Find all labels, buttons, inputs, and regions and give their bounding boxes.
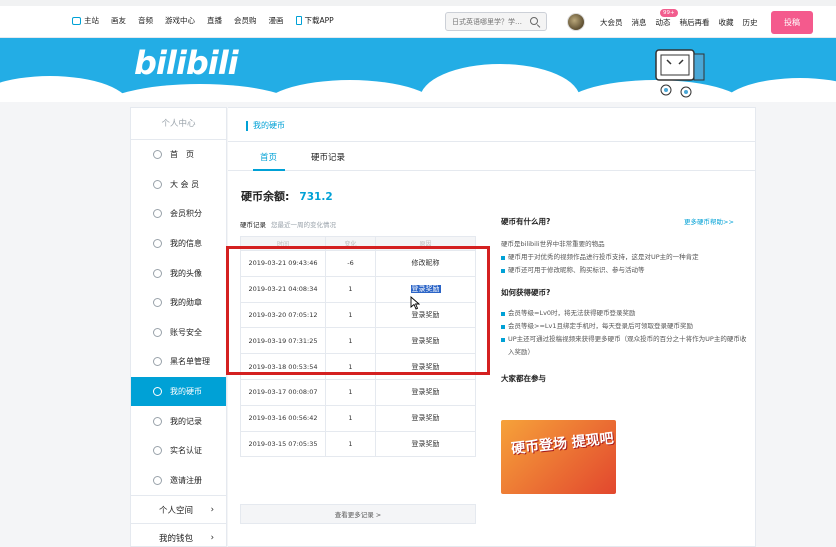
activity-banner[interactable]: 硬币登场 提现吧 <box>501 420 616 494</box>
sidebar-item-medals[interactable]: 我的勋章 <box>131 288 226 318</box>
tv-icon <box>72 16 81 25</box>
avatar[interactable] <box>567 13 585 31</box>
id-card-icon <box>153 446 162 456</box>
chevron-right-icon: › <box>210 532 214 543</box>
records-heading: 硬币记录 您最近一周的变化情况 <box>240 221 336 229</box>
sidebar-header: 个人中心 <box>131 108 226 140</box>
points-icon <box>153 209 162 219</box>
nav-home[interactable]: 主站 <box>72 15 99 26</box>
table-row: 2019-03-16 00:56:42 1 登录奖励 <box>240 404 476 432</box>
shield-icon <box>153 327 162 337</box>
mouse-cursor-icon <box>410 296 420 310</box>
blacklist-icon <box>153 357 162 367</box>
help-heading-earn: 如何获得硬币? <box>501 288 551 297</box>
sidebar-item-blacklist[interactable]: 黑名单管理 <box>131 347 226 377</box>
nav-live[interactable]: 直播 <box>207 15 222 26</box>
sidebar-item-avatar[interactable]: 我的头像 <box>131 258 226 288</box>
nav-download-app[interactable]: 下载APP <box>295 15 334 26</box>
bullet-icon <box>501 268 505 273</box>
cloud-decoration <box>420 64 580 102</box>
search-box <box>445 12 547 31</box>
table-row: 2019-03-17 00:08:07 1 登录奖励 <box>240 378 476 406</box>
nav-game-center[interactable]: 游戏中心 <box>165 15 195 26</box>
nav-history[interactable]: 历史 <box>743 17 758 28</box>
view-more-records-button[interactable]: 查看更多记录 > <box>240 504 476 524</box>
home-icon <box>153 150 162 160</box>
sidebar-item-points[interactable]: 会员积分 <box>131 199 226 229</box>
tab-home[interactable]: 首页 <box>260 151 277 163</box>
chevron-right-icon: › <box>210 504 214 515</box>
user-icon <box>153 239 162 249</box>
search-icon[interactable] <box>530 16 540 27</box>
page-title: 我的硬币 <box>246 120 285 131</box>
banner: bilibili <box>0 38 836 102</box>
nav-vip[interactable]: 大会员 <box>600 17 623 28</box>
annotation-highlight-box <box>226 246 490 375</box>
notification-badge: 99+ <box>660 9 678 17</box>
cloud-decoration <box>720 78 836 102</box>
nav-favorites[interactable]: 收藏 <box>719 17 734 28</box>
nav-watch-later[interactable]: 稍后再看 <box>680 17 710 28</box>
sidebar-item-invite[interactable]: 邀请注册 <box>131 466 226 496</box>
coin-help-panel: 硬币有什么用? 更多硬币帮助>> 硬币是bilibili世界中非常重要的物品 硬… <box>501 216 751 384</box>
tab-indicator <box>253 169 285 171</box>
nav-dynamics[interactable]: 动态 <box>656 17 671 28</box>
bullet-icon <box>501 311 505 316</box>
phone-icon <box>295 16 302 25</box>
tab-bar: 首页 硬币记录 <box>228 141 756 171</box>
nav-audio[interactable]: 音频 <box>138 15 153 26</box>
nav-artists[interactable]: 画友 <box>111 15 126 26</box>
tv-mascot-icon <box>655 49 705 98</box>
sidebar-link-space[interactable]: 个人空间 › <box>131 495 226 523</box>
nav-member-shop[interactable]: 会员购 <box>234 15 257 26</box>
medal-icon <box>153 298 162 308</box>
coin-balance: 硬币余额: 731.2 <box>241 190 333 203</box>
title-bar-marker <box>246 120 248 131</box>
help-heading-activity: 大家都在参与 <box>501 374 546 383</box>
face-icon <box>153 268 162 278</box>
sidebar: 个人中心 首 页 大 会 员 会员积分 我的信息 我的头像 我的勋章 账号安全 … <box>130 107 227 547</box>
more-help-link[interactable]: 更多硬币帮助>> <box>684 216 734 226</box>
cloud-decoration <box>260 80 440 102</box>
sidebar-item-records[interactable]: 我的记录 <box>131 406 226 436</box>
sidebar-item-home[interactable]: 首 页 <box>131 140 226 170</box>
search-input[interactable] <box>446 13 530 30</box>
tab-coin-records[interactable]: 硬币记录 <box>311 151 345 163</box>
sidebar-item-security[interactable]: 账号安全 <box>131 318 226 348</box>
bullet-icon <box>501 324 505 329</box>
main-nav: 主站 画友 音频 游戏中心 直播 会员购 漫画 下载APP <box>72 15 334 26</box>
sidebar-item-coins[interactable]: 我的硬币 <box>131 376 226 407</box>
user-nav: 大会员 消息 动态 稍后再看 收藏 历史 <box>600 17 758 28</box>
upload-button[interactable]: 投稿 <box>771 11 813 34</box>
sidebar-item-info[interactable]: 我的信息 <box>131 229 226 259</box>
vip-icon <box>153 179 162 189</box>
sidebar-item-verification[interactable]: 实名认证 <box>131 436 226 466</box>
invite-icon <box>153 475 162 485</box>
clock-icon <box>153 416 162 426</box>
sidebar-item-vip[interactable]: 大 会 员 <box>131 170 226 200</box>
table-row: 2019-03-15 07:05:35 1 登录奖励 <box>240 430 476 458</box>
coin-icon <box>153 387 162 397</box>
nav-messages[interactable]: 消息 <box>632 17 647 28</box>
sidebar-link-wallet[interactable]: 我的钱包 › <box>131 523 226 547</box>
bilibili-logo[interactable]: bilibili <box>134 44 239 82</box>
browser-tab-strip <box>0 0 836 6</box>
activity-banner-text: 硬币登场 提现吧 <box>510 430 615 458</box>
bullet-icon <box>501 337 505 342</box>
top-nav: 主站 画友 音频 游戏中心 直播 会员购 漫画 下载APP 大会员 消息 动态 … <box>0 0 836 38</box>
coin-balance-value: 731.2 <box>299 191 333 203</box>
nav-manga[interactable]: 漫画 <box>269 15 284 26</box>
bullet-icon <box>501 255 505 260</box>
